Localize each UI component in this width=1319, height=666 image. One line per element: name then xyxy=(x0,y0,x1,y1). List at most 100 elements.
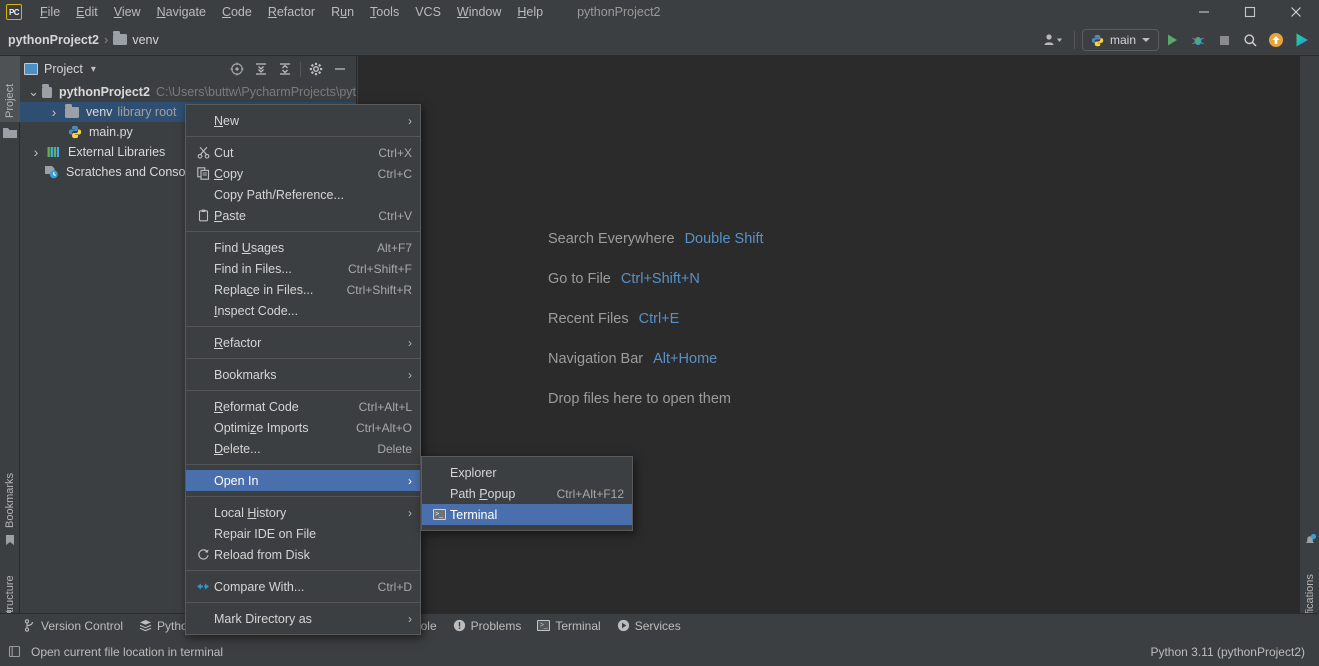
ctx-mark-directory-as[interactable]: Mark Directory as › xyxy=(186,608,420,629)
menu-tools[interactable]: Tools xyxy=(362,2,407,22)
chevron-right-icon[interactable]: › xyxy=(46,104,62,120)
chevron-right-icon[interactable]: › xyxy=(28,144,44,160)
update-button[interactable] xyxy=(1263,27,1289,53)
folder-icon xyxy=(42,83,52,98)
menu-separator xyxy=(186,464,420,465)
tab-version-control-label: Version Control xyxy=(41,618,124,633)
ctx-compare-with-accel: Ctrl+D xyxy=(377,579,412,594)
ctx-find-in-files-accel: Ctrl+Shift+F xyxy=(347,261,412,276)
debug-button[interactable] xyxy=(1185,27,1211,53)
ctx-optimize-imports-accel: Ctrl+Alt+O xyxy=(355,420,412,435)
ai-assistant-button[interactable] xyxy=(1289,27,1315,53)
ctx-optimize-imports[interactable]: Optimize Imports Ctrl+Alt+O xyxy=(186,417,420,438)
ctx-find-usages-accel: Alt+F7 xyxy=(376,240,412,255)
ctx-open-in[interactable]: Open In › xyxy=(186,470,420,491)
stop-button[interactable] xyxy=(1211,27,1237,53)
tree-item-project-root[interactable]: ⌄ pythonProject2 C:\Users\buttw\PycharmP… xyxy=(20,82,356,102)
menu-run[interactable]: Run xyxy=(323,2,362,22)
python-icon xyxy=(1091,34,1104,47)
ctx-refactor[interactable]: Refactor › xyxy=(186,332,420,353)
tree-item-venv-label: venv xyxy=(86,105,113,119)
tab-services[interactable]: Services xyxy=(617,619,681,633)
ctx-new[interactable]: New › xyxy=(186,110,420,131)
menu-file[interactable]: File xyxy=(32,2,68,22)
tab-version-control[interactable]: Version Control xyxy=(24,619,123,633)
ctx-repair-ide-on-file[interactable]: Repair IDE on File xyxy=(186,523,420,544)
close-button[interactable] xyxy=(1273,0,1319,24)
ctx-local-history[interactable]: Local History › xyxy=(186,502,420,523)
ctx-copy[interactable]: Copy Ctrl+C xyxy=(186,163,420,184)
maximize-button[interactable] xyxy=(1227,0,1273,24)
menu-refactor[interactable]: Refactor xyxy=(260,2,323,22)
hide-panel-icon[interactable] xyxy=(328,58,352,80)
settings-gear-icon[interactable] xyxy=(304,58,328,80)
chevron-right-icon: › xyxy=(408,367,412,382)
ctx-replace-in-files[interactable]: Replace in Files... Ctrl+Shift+R xyxy=(186,279,420,300)
ctx-cut-label: Cut xyxy=(214,145,234,160)
submenu-explorer[interactable]: Explorer xyxy=(422,462,632,483)
menu-edit[interactable]: Edit xyxy=(68,2,106,22)
status-widget-icon[interactable] xyxy=(8,645,21,658)
run-button[interactable] xyxy=(1159,27,1185,53)
minimize-button[interactable] xyxy=(1181,0,1227,24)
collapse-all-icon[interactable] xyxy=(273,58,297,80)
select-opened-file-icon[interactable] xyxy=(225,58,249,80)
branch-icon xyxy=(24,619,36,632)
ctx-paste[interactable]: Paste Ctrl+V xyxy=(186,205,420,226)
ctx-copy-label: Copy xyxy=(214,166,244,181)
stripe-bookmarks[interactable]: Bookmarks xyxy=(0,446,20,532)
chevron-right-icon: › xyxy=(408,505,412,520)
ctx-find-in-files[interactable]: Find in Files... Ctrl+Shift+F xyxy=(186,258,420,279)
tab-terminal[interactable]: >_ Terminal xyxy=(537,619,601,633)
menu-window[interactable]: Window xyxy=(449,2,509,22)
submenu-terminal[interactable]: >_ Terminal xyxy=(422,504,632,525)
ctx-delete-accel: Delete xyxy=(377,441,412,456)
project-panel-header-icons xyxy=(225,58,352,80)
submenu-path-popup[interactable]: Path Popup Ctrl+Alt+F12 xyxy=(422,483,632,504)
scratches-icon xyxy=(44,165,59,179)
ctx-reformat-code-accel: Ctrl+Alt+L xyxy=(358,399,412,414)
breadcrumb-venv[interactable]: venv xyxy=(113,31,159,47)
interpreter-indicator[interactable]: Python 3.11 (pythonProject2) xyxy=(1150,645,1305,659)
ctx-copy-path[interactable]: Copy Path/Reference... xyxy=(186,184,420,205)
hint-go-to-file-label: Go to File xyxy=(548,271,611,287)
terminal-icon: >_ xyxy=(428,509,450,520)
ctx-inspect-code[interactable]: Inspect Code... xyxy=(186,300,420,321)
ctx-reformat-code[interactable]: Reformat Code Ctrl+Alt+L xyxy=(186,396,420,417)
menu-separator xyxy=(186,496,420,497)
ctx-cut[interactable]: Cut Ctrl+X xyxy=(186,142,420,163)
ctx-bookmarks[interactable]: Bookmarks › xyxy=(186,364,420,385)
status-bar: Open current file location in terminal P… xyxy=(0,637,1319,666)
menu-separator xyxy=(186,390,420,391)
submenu-path-popup-label: Path Popup xyxy=(450,486,516,501)
chevron-down-icon[interactable]: ⌄ xyxy=(28,85,39,98)
menu-view[interactable]: View xyxy=(106,2,149,22)
chevron-down-icon[interactable]: ▾ xyxy=(91,64,96,75)
ctx-delete[interactable]: Delete... Delete xyxy=(186,438,420,459)
pycharm-logo-icon: PC xyxy=(6,4,22,20)
stripe-bookmarks-label: Bookmarks xyxy=(4,472,16,528)
hint-recent-files: Recent Files Ctrl+E xyxy=(548,311,764,327)
menu-help[interactable]: Help xyxy=(509,2,551,22)
ctx-reload-from-disk[interactable]: Reload from Disk xyxy=(186,544,420,565)
menu-vcs[interactable]: VCS xyxy=(407,2,449,22)
ctx-find-usages[interactable]: Find Usages Alt+F7 xyxy=(186,237,420,258)
tab-problems[interactable]: Problems xyxy=(453,619,521,633)
services-icon xyxy=(617,619,630,632)
libraries-icon xyxy=(47,146,61,158)
context-menu: New › Cut Ctrl+X Copy Ctrl+C Copy Path/R… xyxy=(185,104,421,635)
expand-all-icon[interactable] xyxy=(249,58,273,80)
editor-empty-area[interactable]: Search Everywhere Double Shift Go to Fil… xyxy=(358,56,1299,625)
menu-code[interactable]: Code xyxy=(214,2,260,22)
run-configuration-selector[interactable]: main xyxy=(1081,29,1159,51)
search-button[interactable] xyxy=(1237,27,1263,53)
ctx-compare-with[interactable]: Compare With... Ctrl+D xyxy=(186,576,420,597)
ctx-mark-directory-as-label: Mark Directory as xyxy=(214,611,312,626)
stripe-project[interactable]: Project xyxy=(0,56,20,122)
menu-navigate[interactable]: Navigate xyxy=(149,2,214,22)
user-settings-button[interactable] xyxy=(1041,27,1067,53)
bookmark-icon xyxy=(4,534,16,546)
ctx-replace-in-files-label: Replace in Files... xyxy=(214,282,314,297)
tree-item-scratches-label: Scratches and Consoles xyxy=(66,165,202,179)
breadcrumb-project[interactable]: pythonProject2 xyxy=(8,33,99,47)
